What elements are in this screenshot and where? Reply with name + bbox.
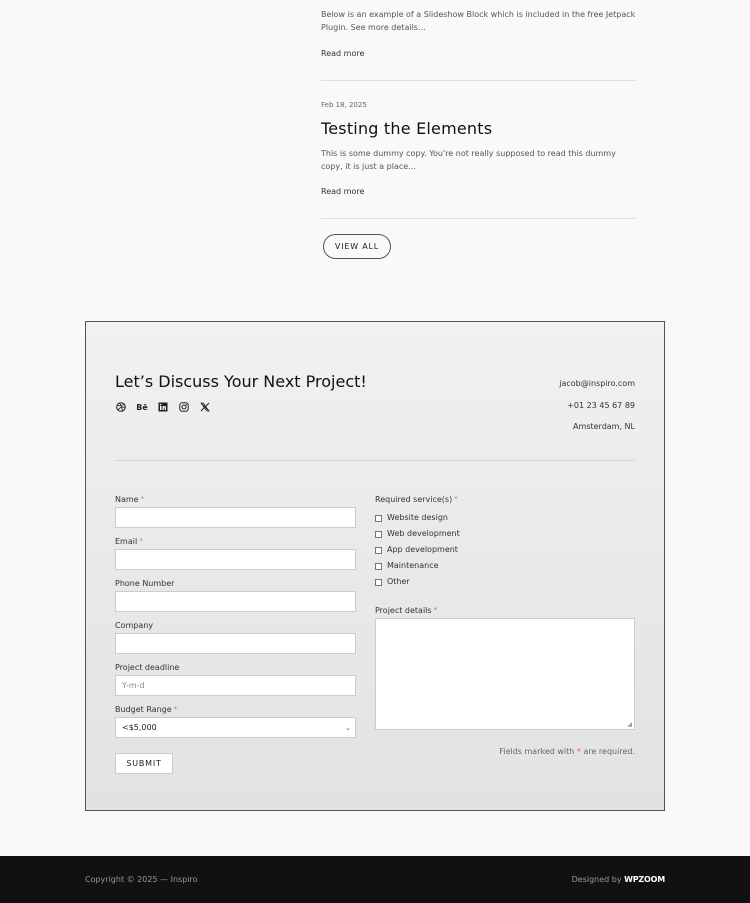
checkbox[interactable] (375, 546, 382, 554)
copyright: Copyright © 2025 — Inspiro (85, 875, 198, 884)
checkbox[interactable] (375, 530, 382, 538)
submit-button[interactable]: SUBMIT (115, 753, 173, 774)
read-more-link[interactable]: Read more (321, 187, 364, 196)
resize-handle-icon[interactable]: ◢ (627, 721, 632, 728)
company-field[interactable] (115, 633, 356, 654)
checkbox[interactable] (375, 562, 382, 570)
service-option[interactable]: Maintenance (375, 557, 460, 573)
dribbble-icon[interactable] (115, 401, 127, 413)
post-excerpt: This is some dummy copy. You're not real… (321, 149, 616, 171)
site-footer: Copyright © 2025 — Inspiro Designed by W… (0, 856, 750, 903)
deadline-field[interactable]: Y-m-d (115, 675, 356, 696)
chevron-down-icon: ⌄ (345, 723, 351, 732)
service-option[interactable]: Other (375, 573, 460, 589)
name-field[interactable] (115, 507, 356, 528)
budget-label: Budget Range * (115, 705, 178, 714)
details-label: Project details * (375, 606, 438, 615)
behance-icon[interactable]: Bē (136, 401, 148, 413)
company-label: Company (115, 621, 154, 630)
contact-separator (115, 460, 635, 461)
email-label: Email * (115, 537, 143, 546)
project-details-textarea[interactable]: ◢ (375, 618, 635, 730)
read-more-link[interactable]: Read more (321, 49, 364, 58)
contact-phone[interactable]: +01 23 45 67 89 (559, 401, 635, 423)
contact-section: Let’s Discuss Your Next Project! Bē jaco… (85, 321, 665, 811)
budget-select[interactable]: <$5,000 ⌄ (115, 717, 356, 738)
contact-location: Amsterdam, NL (573, 422, 635, 431)
checkbox[interactable] (375, 578, 382, 586)
post-date: Feb 18, 2025 (321, 101, 367, 109)
deadline-label: Project deadline (115, 663, 180, 672)
budget-value: <$5,000 (122, 723, 157, 732)
post-excerpt: Below is an example of a Slideshow Block… (321, 10, 636, 32)
view-all-button[interactable]: VIEW ALL (323, 234, 391, 259)
checkbox[interactable] (375, 514, 382, 522)
name-label: Name * (115, 495, 145, 504)
social-links: Bē (115, 401, 211, 413)
services-checkboxes: Website design Web development App devel… (375, 509, 460, 589)
service-option[interactable]: App development (375, 541, 460, 557)
deadline-placeholder: Y-m-d (122, 681, 145, 690)
contact-heading: Let’s Discuss Your Next Project! (115, 372, 367, 391)
post-divider (321, 80, 636, 81)
post-divider (321, 218, 636, 219)
linkedin-icon[interactable] (157, 401, 169, 413)
designer-credit: Designed by WPZOOM (571, 875, 666, 884)
wpzoom-logo[interactable]: WPZOOM (624, 875, 665, 884)
service-option[interactable]: Web development (375, 525, 460, 541)
x-icon[interactable] (199, 401, 211, 413)
services-label: Required service(s) * (375, 495, 458, 504)
phone-label: Phone Number (115, 579, 175, 588)
email-field[interactable] (115, 549, 356, 570)
required-note: Fields marked with * are required. (499, 747, 635, 756)
contact-email[interactable]: jacob@inspiro.com (559, 379, 635, 401)
contact-info: jacob@inspiro.com +01 23 45 67 89 Amster… (559, 379, 635, 444)
phone-field[interactable] (115, 591, 356, 612)
service-option[interactable]: Website design (375, 509, 460, 525)
post-title[interactable]: Testing the Elements (321, 119, 492, 138)
instagram-icon[interactable] (178, 401, 190, 413)
